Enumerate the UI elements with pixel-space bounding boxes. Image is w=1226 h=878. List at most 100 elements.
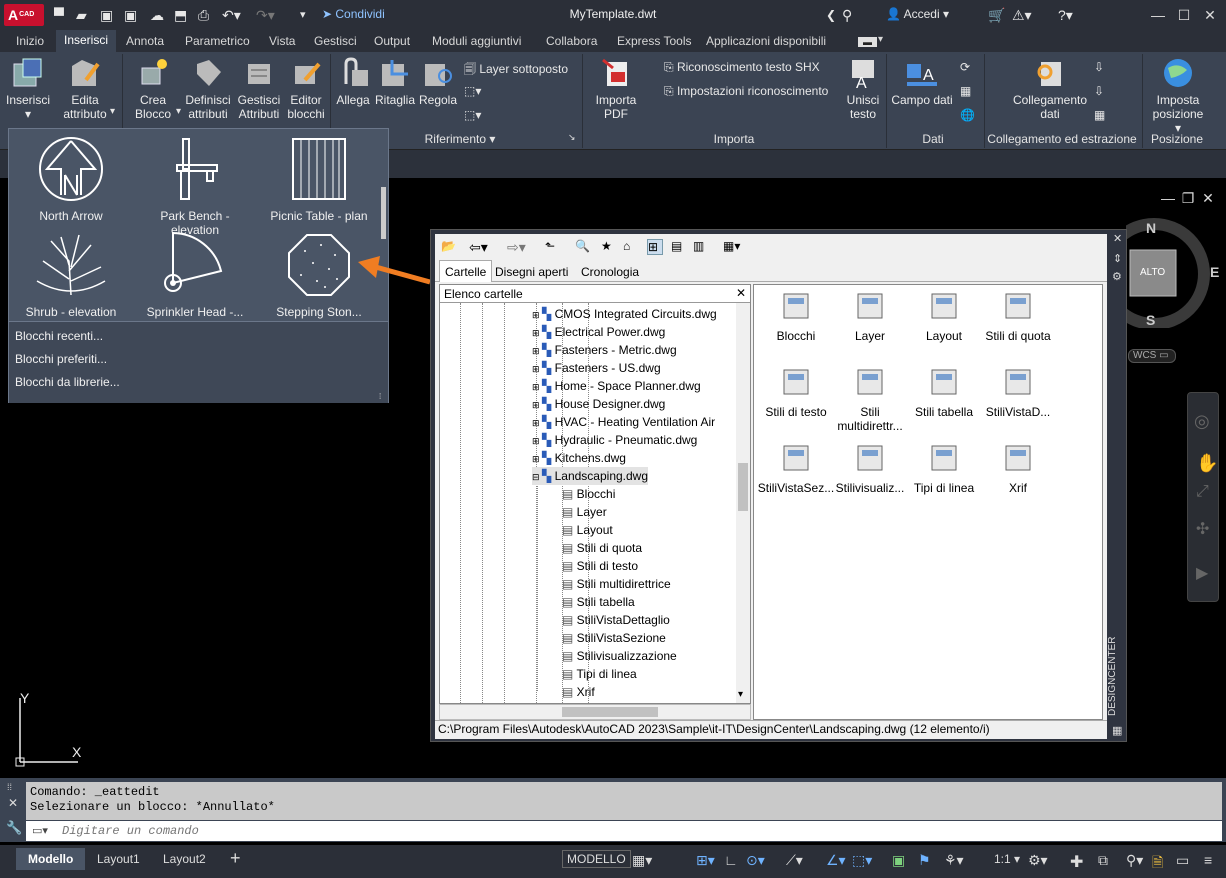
tab-moduli[interactable]: Moduli aggiuntivi [432,34,521,48]
tab-cartelle[interactable]: Cartelle [439,260,493,282]
define-attributes-button[interactable]: Definisci attributi [182,56,234,121]
object-snap-tracking-icon[interactable]: ∠▾ [826,852,846,869]
chevron-down-icon[interactable]: ▾ [878,34,883,45]
tree-child-item[interactable]: ▤ Stili multidirettrice [562,575,671,593]
expand-icon[interactable]: ⊞ [532,346,542,356]
exchange-icon[interactable]: ⚠▾ [1012,6,1032,24]
preview-icon[interactable]: ▤ [671,239,687,255]
tree-child-item[interactable]: ▤ Xrif [562,683,595,701]
orbit-icon[interactable]: ✣ [1196,519,1209,539]
data-field-button[interactable]: A Campo dati [890,56,954,107]
hardware-acceleration-icon[interactable]: 🗎 [1152,852,1163,876]
units-icon[interactable]: ⧉ [1098,852,1108,869]
insert-block-button[interactable]: Inserisci ▾ [6,56,50,121]
tab-modello[interactable]: Modello [16,848,86,870]
create-block-button[interactable]: Crea Blocco [130,56,176,121]
expand-icon[interactable]: ⊞ [532,436,542,446]
content-item[interactable]: Stili multidirettr... [830,365,910,433]
tab-gestisci[interactable]: Gestisci [314,34,357,48]
table-icon[interactable]: ▦ [960,84,971,98]
tab-layout1[interactable]: Layout1 [97,852,140,866]
palette-grip-icon[interactable]: ▦ [1112,724,1122,737]
attach-button[interactable]: Allega [334,56,372,107]
tree-hscroll-thumb[interactable] [562,707,658,717]
tab-inizio[interactable]: Inizio [16,34,44,48]
tab-disegni-aperti[interactable]: Disegni aperti [491,263,572,281]
gallery-item-picnic-table[interactable]: Picnic Table - plan [259,135,379,223]
resize-grip-icon[interactable]: ⁞ [379,392,381,401]
dialog-launcher-icon[interactable]: ↘ [568,132,576,143]
expand-icon[interactable]: ⊞ [532,364,542,374]
command-prompt-icon[interactable]: ▭▾ [32,824,48,837]
hyperlink-icon[interactable]: 🌐 [960,108,975,122]
close-icon[interactable]: ✕ [8,796,18,810]
content-area[interactable]: Blocchi Layer Layout Stili di quota Stili di… [753,284,1103,720]
showmotion-icon[interactable]: ▶ [1196,563,1208,583]
wcs-menu[interactable]: WCS ▭ [1128,349,1176,363]
tab-layout2[interactable]: Layout2 [163,852,206,866]
object-snap-icon[interactable]: ⬚▾ [852,852,872,869]
tree-child-item[interactable]: ▤ Blocchi [562,485,615,503]
content-item[interactable]: Tipi di linea [904,441,984,495]
tree-child-item[interactable]: ▤ Layout [562,521,613,539]
expand-icon[interactable]: ⊞ [532,382,542,392]
help-icon[interactable]: ?▾ [1058,6,1073,24]
views-icon[interactable]: ▦▾ [723,239,753,255]
tab-applicazioni[interactable]: Applicazioni disponibili [706,34,826,48]
close-icon[interactable]: ✕ [1113,232,1122,245]
favorite-blocks-item[interactable]: Blocchi preferiti... [15,352,107,366]
extract-data-icon[interactable]: ⇩ [1094,60,1104,74]
tab-cronologia[interactable]: Cronologia [577,263,643,281]
add-layout-button[interactable]: + [230,848,241,869]
command-grip-icon[interactable]: ⁞⁞ [7,782,12,792]
data-link-button[interactable]: Collegamento dati [1008,56,1092,121]
gallery-item-park-bench[interactable]: Park Bench - elevation [135,135,255,237]
tree-child-item[interactable]: ▤ Stilivisualizzazione [562,647,677,665]
ribbon-toggle-button[interactable]: ▬ [858,37,877,47]
compass-south[interactable]: S [1146,312,1155,328]
content-item[interactable]: Blocchi [756,289,836,343]
auto-hide-icon[interactable]: ⇕ [1113,252,1122,265]
recent-blocks-item[interactable]: Blocchi recenti... [15,329,103,343]
content-item[interactable]: Xrif [978,441,1058,495]
close-button[interactable]: ✕ [1200,5,1220,25]
expand-icon[interactable]: ⊞ [532,418,542,428]
viewcube-top-face[interactable]: ALTO [1140,267,1165,278]
compass-north[interactable]: N [1146,220,1156,236]
expand-icon[interactable]: ⊞ [532,310,542,320]
tab-vista[interactable]: Vista [269,34,295,48]
description-icon[interactable]: ▥ [693,239,709,255]
load-icon[interactable]: 📂 [441,239,457,255]
expand-icon[interactable]: ⊞ [532,400,542,410]
tree-child-item[interactable]: ▤ StiliVistaSezione [562,629,666,647]
import-pdf-button[interactable]: Importa PDF [588,56,644,121]
infer-constraints-icon[interactable]: ∟ [724,852,738,868]
annotation-scale-button[interactable]: 1:1 ▾ [994,852,1020,866]
download-source-icon[interactable]: ⇩ [1094,84,1104,98]
tree-child-item[interactable]: ▤ Stili di testo [562,557,638,575]
tab-express-tools[interactable]: Express Tools [617,34,691,48]
manage-attributes-button[interactable]: Gestisci Attributi [234,56,284,121]
pan-icon[interactable]: ✋ [1196,453,1218,474]
chevron-down-icon[interactable]: ▾ [110,106,115,117]
content-item[interactable]: Layer [830,289,910,343]
tree-child-item[interactable]: ▤ Layer [562,503,607,521]
content-item[interactable]: StiliVistaSez... [756,441,836,495]
adjust-button[interactable]: Regola [418,56,458,107]
tree-file-item[interactable]: ⊞ ▚ HVAC - Heating Ventilation Air [532,413,715,431]
tree-child-item[interactable]: ▤ StiliVistaDettaglio [562,611,670,629]
minimize-button[interactable]: — [1148,5,1168,25]
tree-file-item[interactable]: ⊞ ▚ Fasteners - Metric.dwg [532,341,677,359]
upload-source-icon[interactable]: ▦ [1094,108,1105,122]
drawing-restore-button[interactable]: ❐ [1178,188,1198,208]
content-item[interactable]: Stili tabella [904,365,984,419]
snap-button[interactable]: ⬚▾ [464,108,481,122]
folder-tree[interactable]: Elenco cartelle ✕ ⊞ ▚ CMOS Integrated Cir… [439,284,751,704]
snap-icon[interactable]: ⊞▾ [696,852,715,869]
plus-icon[interactable]: ✚ [1070,852,1083,872]
block-editor-button[interactable]: Editor blocchi [284,56,328,121]
transparency-icon[interactable]: ▣ [892,852,905,869]
clip-button[interactable]: Ritaglia [374,56,416,107]
chevron-down-icon[interactable]: ▾ [738,689,743,700]
maximize-button[interactable]: ☐ [1174,5,1194,25]
